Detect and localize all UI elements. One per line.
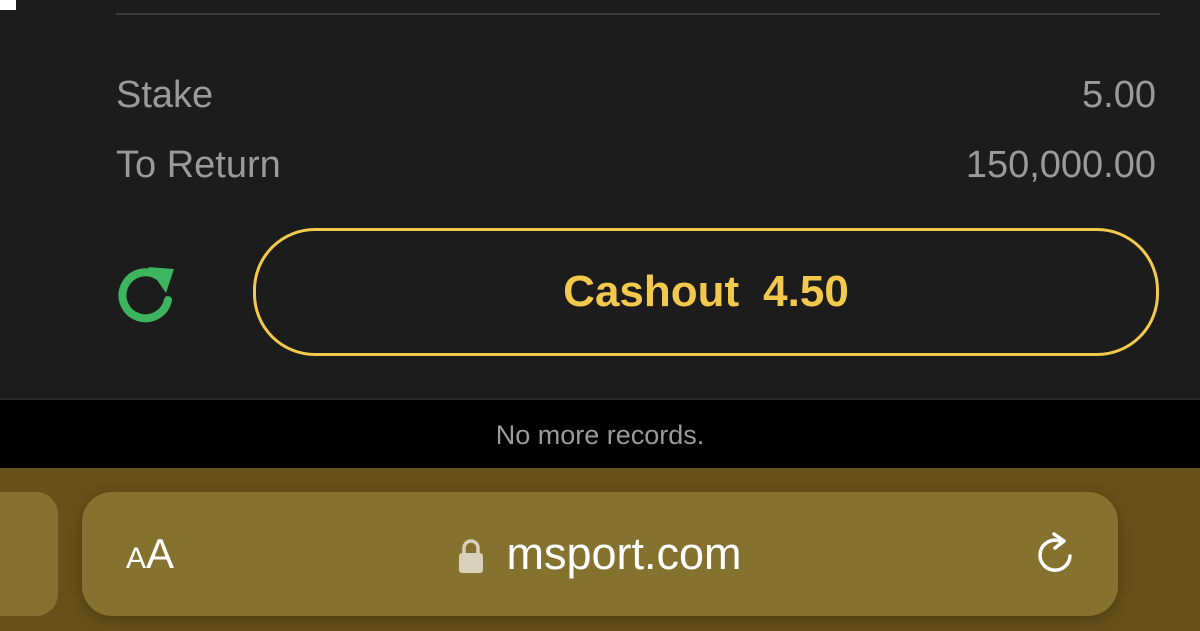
stake-label: Stake	[116, 74, 214, 116]
refresh-icon[interactable]	[108, 258, 184, 334]
browser-bottom-bar: AA msport.com	[0, 468, 1200, 631]
to-return-value: 150,000.00	[965, 144, 1156, 186]
text-size-large-a: A	[146, 530, 175, 577]
top-divider	[116, 13, 1160, 15]
address-bar[interactable]: AA msport.com	[82, 492, 1118, 616]
corner-mark	[0, 0, 16, 10]
text-size-button[interactable]: AA	[126, 524, 174, 594]
cashout-button[interactable]: Cashout 4.50	[253, 228, 1159, 356]
url-group: msport.com	[82, 492, 1118, 616]
reload-icon[interactable]	[1032, 530, 1080, 578]
lock-icon	[458, 538, 484, 574]
stake-value: 5.00	[1082, 74, 1156, 116]
url-text[interactable]: msport.com	[506, 528, 741, 580]
cashout-label: Cashout	[563, 267, 740, 316]
records-footer: No more records.	[0, 400, 1200, 468]
bet-card: Stake 5.00 To Return 150,000.00 Cashout …	[0, 0, 1200, 398]
no-more-records-text: No more records.	[495, 419, 705, 450]
cashout-amount: 4.50	[763, 267, 849, 316]
page: Stake 5.00 To Return 150,000.00 Cashout …	[0, 0, 1200, 631]
text-size-small-a: A	[126, 542, 147, 575]
to-return-label: To Return	[116, 144, 281, 186]
previous-tab-pill[interactable]	[0, 492, 58, 616]
